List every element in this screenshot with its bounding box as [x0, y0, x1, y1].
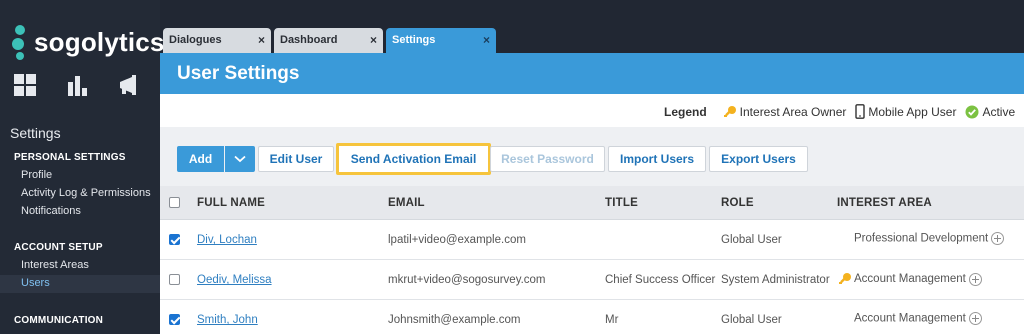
user-role: Global User — [721, 234, 782, 246]
user-title: Chief Success Officer — [605, 274, 716, 286]
add-interest-area-icon[interactable] — [968, 312, 982, 325]
column-header-full-name[interactable]: FULL NAME — [197, 197, 265, 209]
user-interest-area: Account Management — [854, 312, 982, 325]
tab-settings[interactable]: Settings × — [386, 28, 496, 53]
sidebar-nav-icons — [14, 74, 142, 96]
tab-label: Dashboard — [280, 34, 338, 46]
interest-area-label: Account Management — [854, 312, 966, 325]
sidebar: sogolytics Settings PERSONAL SETTINGS Pr… — [0, 0, 164, 334]
sidebar-item-notifications[interactable]: Notifications — [21, 205, 81, 217]
tab-dialogues[interactable]: Dialogues × — [163, 28, 271, 53]
column-header-interest-area[interactable]: INTEREST AREA — [837, 197, 932, 209]
import-users-button[interactable]: Import Users — [608, 146, 706, 172]
table-row[interactable]: Smith, John Johnsmith@example.com Mr Glo… — [160, 300, 1024, 334]
sidebar-title: Settings — [10, 125, 61, 141]
sidebar-item-profile[interactable]: Profile — [21, 169, 52, 181]
table-row[interactable]: Div, Lochan lpatil+video@example.com Glo… — [160, 220, 1024, 260]
key-icon — [723, 105, 736, 117]
close-icon[interactable]: × — [370, 33, 377, 47]
export-users-button[interactable]: Export Users — [709, 146, 808, 172]
user-role: Global User — [721, 314, 782, 326]
user-email: mkrut+video@sogosurvey.com — [388, 274, 546, 286]
section-communication: COMMUNICATION — [14, 315, 104, 326]
add-split-button[interactable]: Add — [177, 146, 255, 172]
sidebar-item-interest-areas[interactable]: Interest Areas — [21, 259, 89, 271]
user-email: lpatil+video@example.com — [388, 234, 526, 246]
edit-user-button[interactable]: Edit User — [258, 146, 334, 172]
key-icon — [839, 273, 851, 284]
table-header: FULL NAME EMAIL TITLE ROLE INTEREST AREA — [160, 186, 1024, 220]
add-button[interactable]: Add — [177, 146, 224, 172]
logo-text: sogolytics — [34, 26, 165, 57]
user-email: Johnsmith@example.com — [388, 314, 521, 326]
add-dropdown-toggle[interactable] — [225, 146, 255, 172]
legend-item-owner: Interest Area Owner — [723, 104, 847, 119]
sidebar-item-activity-log[interactable]: Activity Log & Permissions — [21, 187, 151, 199]
section-personal-settings: PERSONAL SETTINGS — [14, 152, 126, 163]
user-interest-area: Account Management — [838, 272, 982, 286]
page-title: User Settings — [177, 63, 300, 84]
logo-mark-icon — [12, 24, 30, 60]
row-checkbox[interactable] — [169, 234, 180, 245]
add-interest-area-icon[interactable] — [991, 232, 1005, 245]
main-content: Legend Interest Area Owner Mobile App Us… — [160, 94, 1024, 334]
interest-area-label: Account Management — [854, 273, 966, 286]
user-interest-area: Professional Development — [854, 232, 1005, 245]
table-row[interactable]: Oediv, Melissa mkrut+video@sogosurvey.co… — [160, 260, 1024, 300]
section-account-setup: ACCOUNT SETUP — [14, 242, 103, 253]
legend-item-label: Active — [982, 104, 1016, 119]
legend-item-label: Interest Area Owner — [739, 104, 847, 119]
tab-label: Settings — [392, 34, 436, 46]
legend-label: Legend — [664, 104, 707, 119]
legend-item-active: Active — [965, 105, 1015, 119]
logo[interactable]: sogolytics — [12, 24, 165, 60]
close-icon[interactable]: × — [258, 33, 265, 47]
legend-item-mobile: Mobile App User — [855, 104, 956, 119]
user-name-link[interactable]: Div, Lochan — [197, 234, 257, 246]
megaphone-icon[interactable] — [118, 74, 142, 96]
legend-bar: Legend Interest Area Owner Mobile App Us… — [160, 94, 1024, 127]
tab-dashboard[interactable]: Dashboard × — [274, 28, 383, 53]
column-header-role[interactable]: ROLE — [721, 197, 754, 209]
interest-area-label: Professional Development — [854, 232, 989, 245]
user-name-link[interactable]: Smith, John — [197, 314, 258, 326]
select-all-checkbox[interactable] — [169, 197, 180, 208]
legend: Legend Interest Area Owner Mobile App Us… — [664, 104, 1024, 119]
reset-password-button[interactable]: Reset Password — [490, 146, 605, 172]
legend-item-label: Mobile App User — [868, 104, 957, 119]
check-circle-icon — [965, 105, 979, 118]
column-header-title[interactable]: TITLE — [605, 197, 638, 209]
send-activation-email-button[interactable]: Send Activation Email — [336, 143, 491, 175]
user-name-link[interactable]: Oediv, Melissa — [197, 274, 272, 286]
row-checkbox[interactable] — [169, 314, 180, 325]
sidebar-item-users[interactable]: Users — [21, 277, 50, 289]
add-interest-area-icon[interactable] — [968, 272, 982, 286]
user-title: Mr — [605, 314, 619, 326]
row-checkbox[interactable] — [169, 274, 180, 285]
grid-icon[interactable] — [14, 74, 36, 96]
tab-label: Dialogues — [169, 34, 222, 46]
bar-chart-icon[interactable] — [66, 74, 88, 96]
page-header: User Settings — [160, 53, 1024, 94]
close-icon[interactable]: × — [483, 33, 490, 47]
column-header-email[interactable]: EMAIL — [388, 197, 425, 209]
mobile-icon — [855, 104, 866, 119]
user-role: System Administrator — [721, 274, 830, 286]
chevron-down-icon — [234, 155, 246, 163]
